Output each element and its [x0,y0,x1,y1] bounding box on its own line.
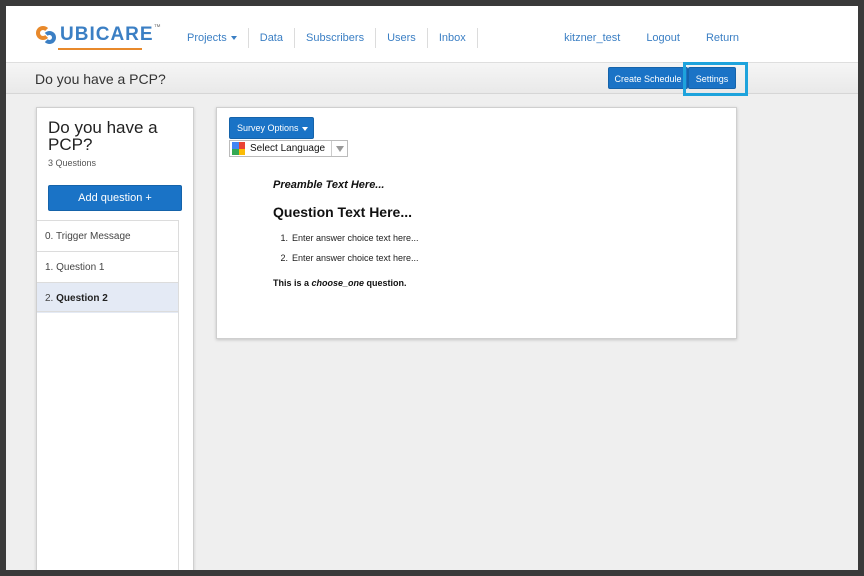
answer-choice: 1. Enter answer choice text here... [280,233,419,243]
create-schedule-button[interactable]: Create Schedule [608,67,688,89]
question-list-empty-area [37,311,179,570]
question-item-1[interactable]: 1. Question 1 [37,251,179,282]
user-nav: kitzner_test Logout Return [551,28,752,48]
nav-logout[interactable]: Logout [633,28,693,48]
chevron-down-icon [301,126,308,131]
chevron-down-icon [230,36,237,41]
question-count: 3 Questions [48,158,97,168]
question-text: Question Text Here... [273,204,412,220]
nav-return[interactable]: Return [693,28,752,48]
question-item-2[interactable]: 2. Question 2 [37,282,179,313]
question-list: 0. Trigger Message 1. Question 1 2. Ques… [37,220,179,313]
nav-inbox[interactable]: Inbox [428,28,478,48]
question-item-trigger[interactable]: 0. Trigger Message [37,220,179,251]
language-select[interactable]: Select Language [229,140,348,157]
question-sidebar: Do you have a PCP? 3 Questions Add quest… [36,107,194,570]
nav-users[interactable]: Users [376,28,428,48]
preamble-text: Preamble Text Here... [273,179,385,191]
logo-mark-icon [36,24,58,46]
nav-subscribers[interactable]: Subscribers [295,28,377,48]
main-nav: Projects Data Subscribers Users Inbox [178,28,478,48]
language-select-label: Select Language [250,143,326,154]
top-navbar: UBICARE™ Projects Data Subscribers Users… [6,6,858,62]
survey-title: Do you have a PCP? [48,118,158,154]
nav-username[interactable]: kitzner_test [551,28,633,48]
answer-choice: 2. Enter answer choice text here... [280,253,419,263]
dropdown-arrow-icon [331,141,347,156]
logo-underline [58,48,142,50]
settings-button[interactable]: Settings [688,67,736,89]
page-title: Do you have a PCP? [35,71,166,87]
question-preview: Survey Options Select Language Preamble … [216,107,737,339]
question-type-note: This is a choose_one question. [273,278,407,288]
add-question-button[interactable]: Add question + [48,185,182,211]
nav-projects[interactable]: Projects [178,28,249,48]
logo-text: UBICARE™ [60,24,162,45]
google-translate-icon [232,142,245,155]
survey-options-button[interactable]: Survey Options [229,117,314,139]
answer-choices: 1. Enter answer choice text here... 2. Ent… [273,232,419,272]
ubicare-logo[interactable]: UBICARE™ [36,24,162,50]
page-subheader: Do you have a PCP? Create Schedule Setti… [6,62,858,96]
nav-data[interactable]: Data [249,28,295,48]
app-window: UBICARE™ Projects Data Subscribers Users… [6,6,858,570]
